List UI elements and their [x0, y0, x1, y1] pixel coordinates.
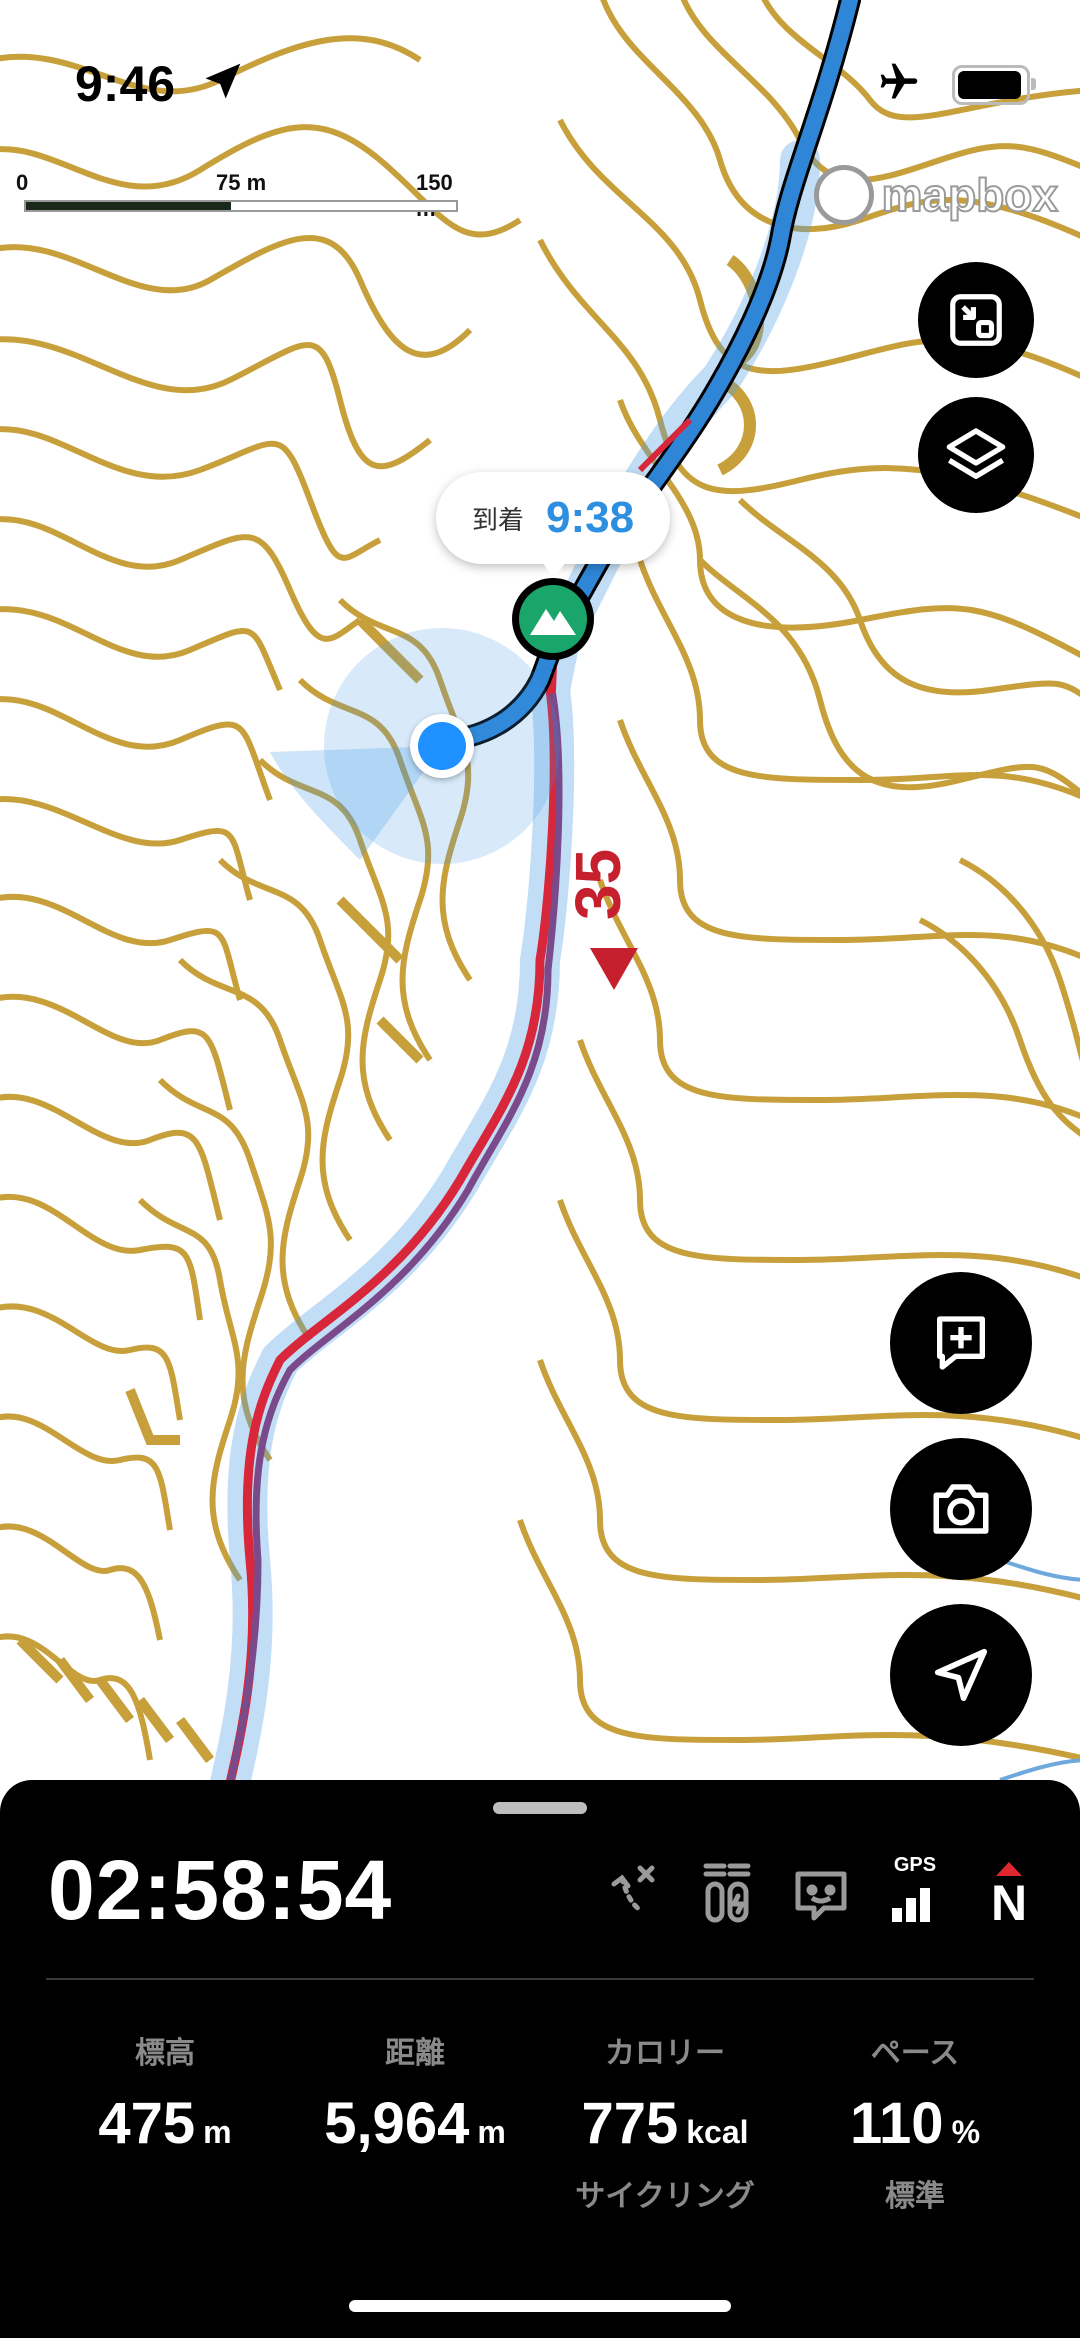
stat-sub: サイクリング — [575, 2180, 755, 2213]
panel-divider — [46, 1978, 1034, 1980]
chat-icon[interactable] — [794, 1860, 848, 1926]
gps-signal-icon: GPS — [888, 1854, 942, 1926]
recenter-location-button[interactable] — [890, 1604, 1032, 1746]
stat-elevation: 標高 475 m — [40, 2028, 290, 2157]
airplane-mode-icon — [874, 60, 924, 109]
stat-pace: ペース 110% 標準 — [790, 2028, 1040, 2215]
stat-sub: 標準 — [885, 2180, 945, 2213]
minimize-map-button[interactable] — [918, 262, 1034, 378]
map-layers-button[interactable] — [918, 397, 1034, 513]
scale-label-150: 150 m — [416, 170, 453, 221]
compass-north-label: N — [990, 1875, 1028, 1931]
route-off-icon[interactable] — [606, 1860, 660, 1926]
arrival-label: 到着 — [471, 504, 524, 535]
stat-distance: 距離 5,964 m — [290, 2028, 540, 2157]
stat-calories: カロリー 775 kcal サイクリング — [540, 2028, 790, 2215]
battery-saver-icon[interactable] — [700, 1860, 754, 1926]
current-location-dot — [410, 714, 474, 778]
panel-drag-handle[interactable] — [493, 1802, 587, 1814]
scale-label-0: 0 — [16, 170, 29, 195]
stat-value: 775 kcal — [581, 2091, 749, 2156]
mapbox-icon — [813, 165, 874, 225]
stat-label: カロリー — [605, 2037, 725, 2070]
stat-label: 距離 — [385, 2037, 445, 2070]
map-scale-bar: 0 75 m 150 m — [16, 170, 458, 221]
summit-pin[interactable] — [512, 578, 594, 660]
arrival-time: 9:38 — [545, 493, 635, 542]
minimize-icon — [950, 294, 1002, 346]
mapbox-logo[interactable]: mapbox — [813, 165, 1059, 225]
stat-label: 標高 — [135, 2037, 195, 2070]
add-note-button[interactable] — [890, 1272, 1032, 1414]
home-indicator[interactable] — [349, 2300, 731, 2312]
stat-value: 475 m — [98, 2091, 232, 2156]
stat-label: ペース — [870, 2037, 960, 2070]
mountain-icon — [530, 609, 576, 635]
scale-label-75: 75 m — [216, 170, 267, 195]
gps-label: GPS — [893, 1854, 937, 1876]
activity-panel[interactable]: 02:58:54 GPS N 標高 475 m 距離 5,964 m カロリー … — [0, 1780, 1080, 2338]
status-bar-right — [874, 60, 1036, 109]
add-comment-icon — [937, 1316, 985, 1370]
camera-icon — [933, 1484, 989, 1534]
layers-icon — [946, 428, 1006, 479]
mapbox-logo-text: mapbox — [881, 168, 1059, 222]
status-bar-time: 9:46 — [75, 56, 176, 112]
stat-value: 110% — [849, 2091, 981, 2156]
navigation-arrow-icon — [934, 1648, 988, 1702]
svg-text:35: 35 — [562, 849, 634, 920]
battery-icon — [952, 64, 1036, 105]
stat-value: 5,964 m — [324, 2091, 506, 2156]
elapsed-time: 02:58:54 — [48, 1843, 393, 1937]
location-arrow-icon — [200, 60, 244, 109]
camera-button[interactable] — [890, 1438, 1032, 1580]
compass-north-icon[interactable]: N — [982, 1860, 1036, 1931]
status-icons-row: GPS N — [606, 1854, 1036, 1931]
arrival-time-callout[interactable]: 到着 9:38 — [436, 472, 670, 578]
